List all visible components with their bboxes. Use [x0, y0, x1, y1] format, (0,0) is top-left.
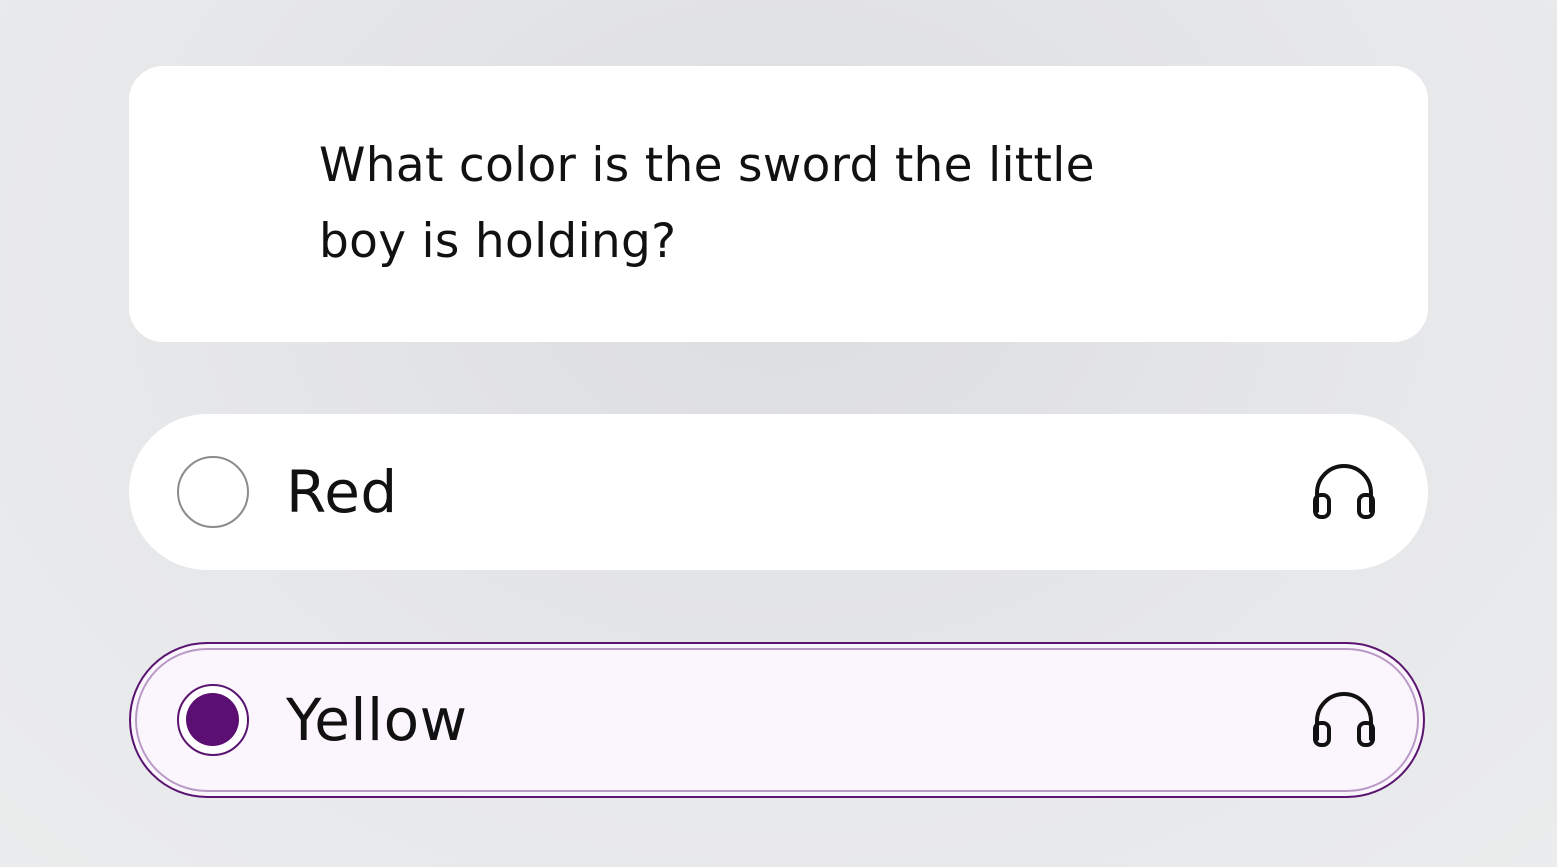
headphones-icon [1313, 464, 1375, 519]
headphones-icon [1313, 692, 1375, 747]
radio-button-selected[interactable] [177, 684, 249, 756]
play-audio-button[interactable] [1309, 458, 1379, 526]
play-audio-button[interactable] [1309, 686, 1379, 754]
option-label: Yellow [286, 686, 468, 754]
radio-button-unselected[interactable] [177, 456, 249, 528]
question-card: What color is the sword the little boy i… [129, 66, 1428, 342]
option-label: Red [286, 458, 398, 526]
answer-option-yellow[interactable]: Yellow [129, 642, 1425, 798]
question-text: What color is the sword the little boy i… [319, 138, 1095, 269]
answer-option-red[interactable]: Red [129, 414, 1428, 570]
radio-selected-dot [186, 693, 239, 746]
